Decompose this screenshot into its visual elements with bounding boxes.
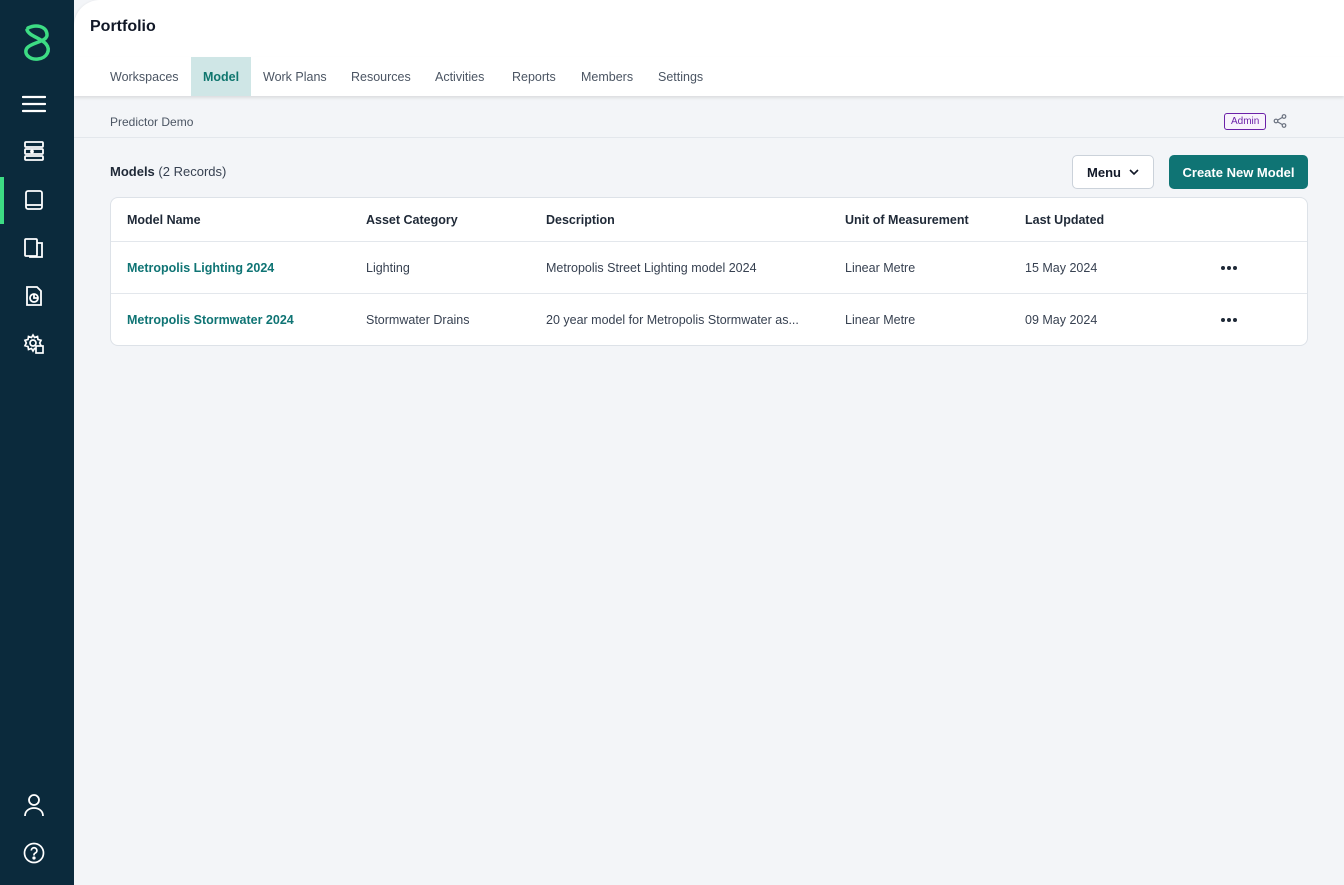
- model-name-cell: Metropolis Lighting 2024: [127, 242, 357, 293]
- documents-icon[interactable]: [21, 235, 47, 261]
- sidebar: [0, 0, 74, 885]
- tab-reports[interactable]: Reports: [512, 57, 556, 96]
- record-count: (2 Records): [158, 164, 227, 179]
- book-icon[interactable]: [21, 187, 47, 213]
- unit-cell: Linear Metre: [845, 260, 916, 275]
- tab-activities[interactable]: Activities: [435, 57, 484, 96]
- column-header-asset-category[interactable]: Asset Category: [366, 198, 536, 241]
- tab-settings[interactable]: Settings: [658, 57, 703, 96]
- row-actions-button[interactable]: [1211, 242, 1247, 293]
- app-logo[interactable]: [20, 22, 54, 62]
- tab-workspaces[interactable]: Workspaces: [110, 57, 179, 96]
- column-header-description[interactable]: Description: [546, 198, 811, 241]
- table-row[interactable]: Metropolis Stormwater 2024 Stormwater Dr…: [111, 294, 1307, 345]
- menu-button[interactable]: Menu: [1072, 155, 1154, 189]
- section-title: Models (2 Records): [110, 164, 226, 179]
- create-new-model-button[interactable]: Create New Model: [1169, 155, 1308, 189]
- column-header-last-updated[interactable]: Last Updated: [1025, 198, 1175, 241]
- tab-work-plans[interactable]: Work Plans: [263, 57, 327, 96]
- asset-category-cell: Stormwater Drains: [366, 313, 470, 327]
- menu-icon[interactable]: [21, 91, 47, 117]
- divider: [74, 137, 1344, 138]
- unit-cell: Linear Metre: [845, 313, 916, 327]
- model-name-cell: Metropolis Stormwater 2024: [127, 294, 357, 345]
- page-title: Portfolio: [90, 18, 156, 35]
- table-header-row: Model Name Asset Category Description Un…: [111, 198, 1307, 242]
- description-cell: 20 year model for Metropolis Stormwater …: [546, 313, 799, 327]
- page-header: Portfolio: [74, 0, 1344, 57]
- last-updated-cell: 15 May 2024: [1025, 260, 1098, 275]
- tab-resources[interactable]: Resources: [351, 57, 411, 96]
- help-icon[interactable]: [21, 840, 47, 866]
- database-icon[interactable]: [21, 138, 47, 164]
- column-header-model-name[interactable]: Model Name: [127, 198, 357, 241]
- description-cell: Metropolis Street Lighting model 2024: [546, 261, 757, 275]
- role-badge: Admin: [1224, 113, 1267, 130]
- breadcrumb[interactable]: Predictor Demo: [110, 115, 193, 129]
- chevron-down-icon: [1129, 168, 1139, 175]
- more-options-icon: [1221, 318, 1237, 322]
- settings-icon[interactable]: [21, 331, 47, 357]
- model-name-link[interactable]: Metropolis Stormwater 2024: [127, 313, 294, 327]
- active-nav-indicator: [0, 177, 4, 224]
- model-name-link[interactable]: Metropolis Lighting 2024: [127, 261, 274, 275]
- last-updated-cell: 09 May 2024: [1025, 313, 1098, 327]
- user-icon[interactable]: [21, 792, 47, 818]
- more-options-icon: [1221, 265, 1237, 270]
- tab-members[interactable]: Members: [581, 57, 633, 96]
- row-actions-button[interactable]: [1211, 294, 1247, 345]
- asset-category-cell: Lighting: [366, 260, 410, 275]
- models-table: Model Name Asset Category Description Un…: [110, 197, 1308, 346]
- tab-model[interactable]: Model: [191, 57, 251, 96]
- share-icon[interactable]: [1273, 114, 1287, 128]
- tab-bar: Workspaces Model Work Plans Resources Ac…: [74, 57, 1344, 96]
- table-row[interactable]: Metropolis Lighting 2024 Lighting Metrop…: [111, 242, 1307, 294]
- section-title-text: Models: [110, 164, 155, 179]
- column-header-unit[interactable]: Unit of Measurement: [845, 198, 1015, 241]
- report-icon[interactable]: [21, 283, 47, 309]
- menu-button-label: Menu: [1087, 164, 1121, 180]
